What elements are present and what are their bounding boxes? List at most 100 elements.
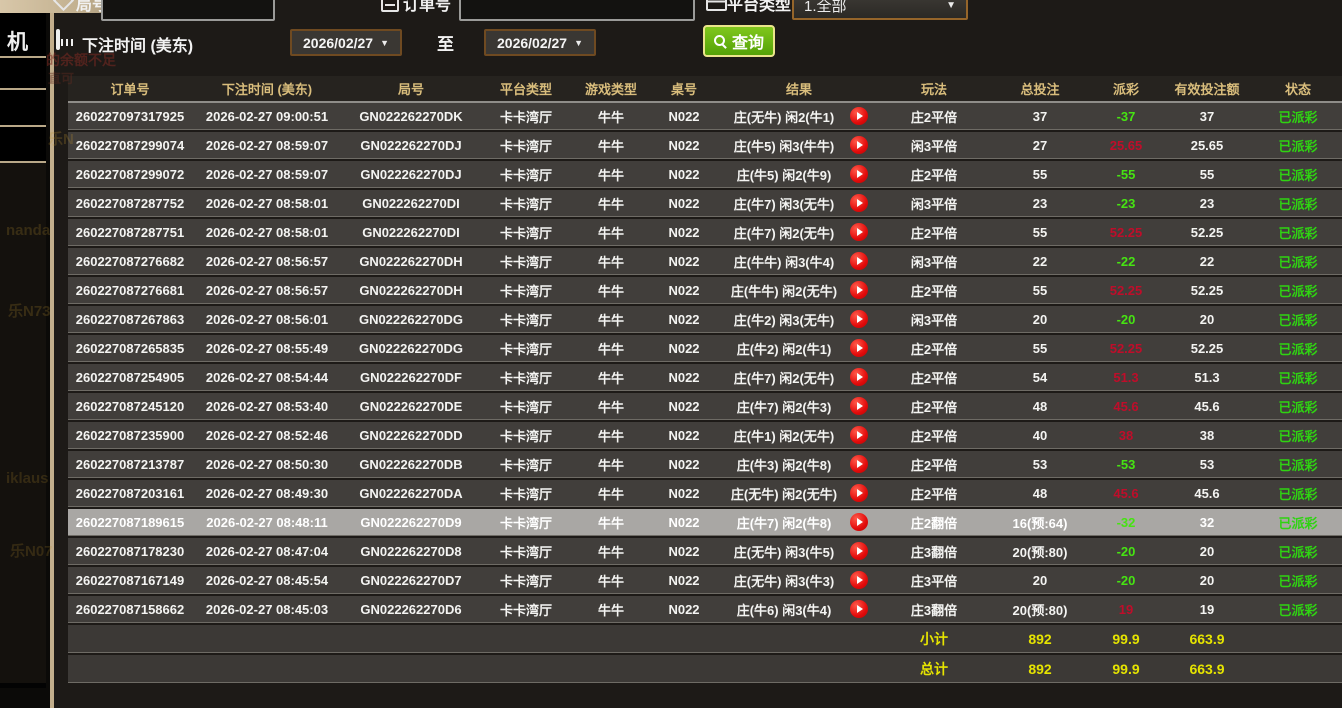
cell-game-type: 牛牛 xyxy=(572,252,650,271)
cell-bet-time: 2026-02-27 08:56:57 xyxy=(192,254,342,269)
cell-result: 庄(牛1) 闲2(无牛) xyxy=(718,422,880,448)
play-replay-button[interactable] xyxy=(850,107,868,125)
result-text: 庄(无牛) 闲3(牛5) xyxy=(718,542,850,561)
table-row[interactable]: 2602270871586622026-02-27 08:45:03GN0222… xyxy=(68,596,1342,623)
cell-play-type: 闲3平倍 xyxy=(880,194,988,213)
play-replay-button[interactable] xyxy=(850,513,868,531)
cell-platform: 卡卡湾厅 xyxy=(480,252,572,271)
table-row[interactable]: 2602270872658352026-02-27 08:55:49GN0222… xyxy=(68,335,1342,362)
cell-total-bet: 48 xyxy=(988,486,1092,501)
round-id-input[interactable] xyxy=(101,0,275,21)
play-replay-button[interactable] xyxy=(850,252,868,270)
cell-result: 庄(牛6) 闲3(牛4) xyxy=(718,596,880,622)
cell-table-no: N022 xyxy=(650,399,718,414)
cell-round-id: GN022262270D8 xyxy=(342,544,480,559)
order-id-input[interactable] xyxy=(459,0,695,21)
table-row[interactable]: 2602270872451202026-02-27 08:53:40GN0222… xyxy=(68,393,1342,420)
play-replay-button[interactable] xyxy=(850,484,868,502)
cell-status: 已派彩 xyxy=(1254,107,1342,126)
play-replay-button[interactable] xyxy=(850,426,868,444)
table-row[interactable]: 2602270872877512026-02-27 08:58:01GN0222… xyxy=(68,219,1342,246)
cell-table-no: N022 xyxy=(650,138,718,153)
table-row[interactable]: 2602270872137872026-02-27 08:50:30GN0222… xyxy=(68,451,1342,478)
column-header-round-id: 局号 xyxy=(342,79,480,98)
table-row[interactable]: 2602270872766812026-02-27 08:56:57GN0222… xyxy=(68,277,1342,304)
play-replay-button[interactable] xyxy=(850,165,868,183)
cell-valid-bet: 53 xyxy=(1160,457,1254,472)
play-replay-button[interactable] xyxy=(850,455,868,473)
cell-payout: -22 xyxy=(1092,254,1160,269)
play-replay-button[interactable] xyxy=(850,542,868,560)
table-row[interactable]: 2602270871896152026-02-27 08:48:11GN0222… xyxy=(68,509,1342,536)
cell-game-type: 牛牛 xyxy=(572,397,650,416)
date-from-picker[interactable]: 2026/02/27 ▼ xyxy=(290,29,402,56)
cell-round-id: GN022262270DJ xyxy=(342,138,480,153)
cell-result: 庄(无牛) 闲3(牛5) xyxy=(718,538,880,564)
column-header-bet-time: 下注时间 (美东) xyxy=(192,79,342,98)
cell-order-id: 260227087299072 xyxy=(68,167,192,182)
play-replay-button[interactable] xyxy=(850,194,868,212)
play-replay-button[interactable] xyxy=(850,368,868,386)
cell-bet-time: 2026-02-27 08:59:07 xyxy=(192,167,342,182)
table-row[interactable]: 2602270872678632026-02-27 08:56:01GN0222… xyxy=(68,306,1342,333)
table-row[interactable]: 2602270872990742026-02-27 08:59:07GN0222… xyxy=(68,132,1342,159)
cell-platform: 卡卡湾厅 xyxy=(480,600,572,619)
cell-bet-time: 2026-02-27 08:48:11 xyxy=(192,515,342,530)
cell-payout: -37 xyxy=(1092,109,1160,124)
cell-order-id: 260227087245120 xyxy=(68,399,192,414)
cell-bet-time: 2026-02-27 08:58:01 xyxy=(192,196,342,211)
result-text: 庄(牛1) 闲2(无牛) xyxy=(718,426,850,445)
play-replay-button[interactable] xyxy=(850,136,868,154)
table-row[interactable]: 2602270872359002026-02-27 08:52:46GN0222… xyxy=(68,422,1342,449)
cell-total-bet: 55 xyxy=(988,283,1092,298)
cell-play-type: 庄2平倍 xyxy=(880,397,988,416)
cell-table-no: N022 xyxy=(650,602,718,617)
table-row[interactable]: 2602270872990722026-02-27 08:59:07GN0222… xyxy=(68,161,1342,188)
cell-order-id: 260227087213787 xyxy=(68,457,192,472)
cell-order-id: 260227087276682 xyxy=(68,254,192,269)
cell-status: 已派彩 xyxy=(1254,310,1342,329)
cell-platform: 卡卡湾厅 xyxy=(480,397,572,416)
play-replay-button[interactable] xyxy=(850,571,868,589)
cell-game-type: 牛牛 xyxy=(572,194,650,213)
result-text: 庄(牛2) 闲2(牛1) xyxy=(718,339,850,358)
result-text: 庄(牛7) 闲2(无牛) xyxy=(718,223,850,242)
cell-valid-bet: 45.6 xyxy=(1160,486,1254,501)
cell-total-bet: 48 xyxy=(988,399,1092,414)
cell-result: 庄(牛7) 闲2(无牛) xyxy=(718,364,880,390)
table-row[interactable]: 2602270872031612026-02-27 08:49:30GN0222… xyxy=(68,480,1342,507)
cell-table-no: N022 xyxy=(650,457,718,472)
table-row[interactable]: 2602270871782302026-02-27 08:47:04GN0222… xyxy=(68,538,1342,565)
cell-result: 庄(牛5) 闲3(牛牛) xyxy=(718,132,880,158)
cell-total-bet: 55 xyxy=(988,341,1092,356)
play-replay-button[interactable] xyxy=(850,310,868,328)
play-replay-button[interactable] xyxy=(850,339,868,357)
cell-game-type: 牛牛 xyxy=(572,223,650,242)
cell-table-no: N022 xyxy=(650,428,718,443)
table-row[interactable]: 2602270871671492026-02-27 08:45:54GN0222… xyxy=(68,567,1342,594)
table-row[interactable]: 2602270872766822026-02-27 08:56:57GN0222… xyxy=(68,248,1342,275)
query-button[interactable]: 查询 xyxy=(703,25,775,57)
cell-payout: -20 xyxy=(1092,312,1160,327)
table-row[interactable]: 2602270872549052026-02-27 08:54:44GN0222… xyxy=(68,364,1342,391)
platform-type-select[interactable]: 1.全部 ▼ xyxy=(792,0,968,20)
column-header-payout: 派彩 xyxy=(1092,79,1160,98)
cell-status: 已派彩 xyxy=(1254,513,1342,532)
cell-table-no: N022 xyxy=(650,254,718,269)
table-row[interactable]: 2602270872877522026-02-27 08:58:01GN0222… xyxy=(68,190,1342,217)
cell-round-id: GN022262270DE xyxy=(342,399,480,414)
cell-round-id: GN022262270DG xyxy=(342,312,480,327)
play-replay-button[interactable] xyxy=(850,223,868,241)
play-replay-button[interactable] xyxy=(850,397,868,415)
cell-valid-bet: 51.3 xyxy=(1160,370,1254,385)
play-replay-button[interactable] xyxy=(850,600,868,618)
play-replay-button[interactable] xyxy=(850,281,868,299)
date-to-picker[interactable]: 2026/02/27 ▼ xyxy=(484,29,596,56)
table-row[interactable]: 2602270973179252026-02-27 09:00:51GN0222… xyxy=(68,103,1342,130)
cell-round-id: GN022262270D6 xyxy=(342,602,480,617)
cell-total-bet: 54 xyxy=(988,370,1092,385)
cell-play-type: 庄3翻倍 xyxy=(880,600,988,619)
cell-bet-time: 2026-02-27 08:45:03 xyxy=(192,602,342,617)
cell-table-no: N022 xyxy=(650,283,718,298)
cell-platform: 卡卡湾厅 xyxy=(480,484,572,503)
